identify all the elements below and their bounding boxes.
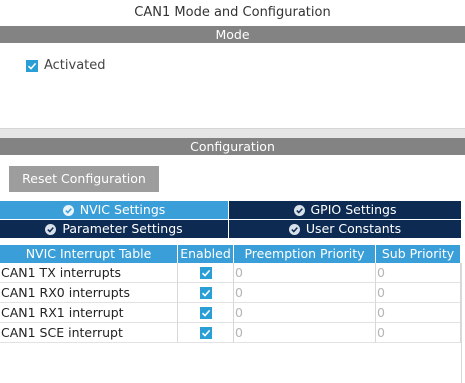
column-header-sub-priority[interactable]: Sub Priority — [376, 245, 461, 263]
checkbox-checked-icon[interactable] — [199, 326, 212, 339]
sub-priority-value[interactable]: 0 — [376, 303, 461, 323]
tab-gpio-settings[interactable]: GPIO Settings — [229, 201, 461, 219]
preemption-priority-value[interactable]: 0 — [234, 323, 376, 343]
preemption-priority-value[interactable]: 0 — [234, 303, 376, 323]
tab-parameter-settings[interactable]: Parameter Settings — [0, 220, 228, 238]
table-right-border — [461, 263, 462, 383]
check-circle-icon — [45, 223, 57, 235]
enabled-cell[interactable] — [178, 323, 234, 343]
enabled-cell[interactable] — [178, 283, 234, 303]
tab-label: User Constants — [305, 221, 402, 236]
interrupt-name: CAN1 RX1 interrupt — [0, 303, 178, 323]
mode-section-header: Mode — [0, 26, 465, 43]
column-header-enabled[interactable]: Enabled — [178, 245, 234, 263]
checkbox-checked-icon[interactable] — [199, 286, 212, 299]
interrupt-name: CAN1 RX0 interrupts — [0, 283, 178, 303]
column-header-preemption[interactable]: Preemption Priority — [234, 245, 376, 263]
sub-priority-value[interactable]: 0 — [376, 283, 461, 303]
window-title: CAN1 Mode and Configuration — [134, 5, 331, 20]
table-row: CAN1 TX interrupts 0 0 — [0, 263, 465, 283]
tab-user-constants[interactable]: User Constants — [229, 220, 461, 238]
mode-panel — [0, 43, 465, 129]
activated-checkbox[interactable]: Activated — [26, 58, 106, 73]
sub-priority-value[interactable]: 0 — [376, 323, 461, 343]
column-header-interrupt[interactable]: NVIC Interrupt Table — [0, 245, 178, 263]
preemption-priority-value[interactable]: 0 — [234, 283, 376, 303]
checkbox-checked-icon[interactable] — [26, 59, 38, 72]
reset-configuration-button[interactable]: Reset Configuration — [9, 166, 159, 192]
tab-nvic-settings[interactable]: NVIC Settings — [0, 201, 228, 219]
check-circle-icon — [288, 223, 300, 235]
table-row: CAN1 RX1 interrupt 0 0 — [0, 303, 465, 323]
table-row: CAN1 RX0 interrupts 0 0 — [0, 283, 465, 303]
preemption-priority-value[interactable]: 0 — [234, 263, 376, 283]
tab-label: NVIC Settings — [79, 202, 166, 217]
checkbox-checked-icon[interactable] — [199, 306, 212, 319]
interrupt-name: CAN1 TX interrupts — [0, 263, 178, 283]
enabled-cell[interactable] — [178, 303, 234, 323]
checkbox-checked-icon[interactable] — [199, 266, 212, 279]
check-circle-icon — [293, 204, 305, 216]
table-row: CAN1 SCE interrupt 0 0 — [0, 323, 465, 343]
sub-priority-value[interactable]: 0 — [376, 263, 461, 283]
configuration-section-header: Configuration — [0, 138, 465, 155]
section-divider — [0, 129, 465, 138]
nvic-table-header: NVIC Interrupt Table Enabled Preemption … — [0, 245, 465, 263]
interrupt-name: CAN1 SCE interrupt — [0, 323, 178, 343]
tab-label: GPIO Settings — [310, 202, 397, 217]
tab-label: Parameter Settings — [62, 221, 183, 236]
check-circle-icon — [62, 204, 74, 216]
activated-label: Activated — [44, 58, 106, 73]
enabled-cell[interactable] — [178, 263, 234, 283]
